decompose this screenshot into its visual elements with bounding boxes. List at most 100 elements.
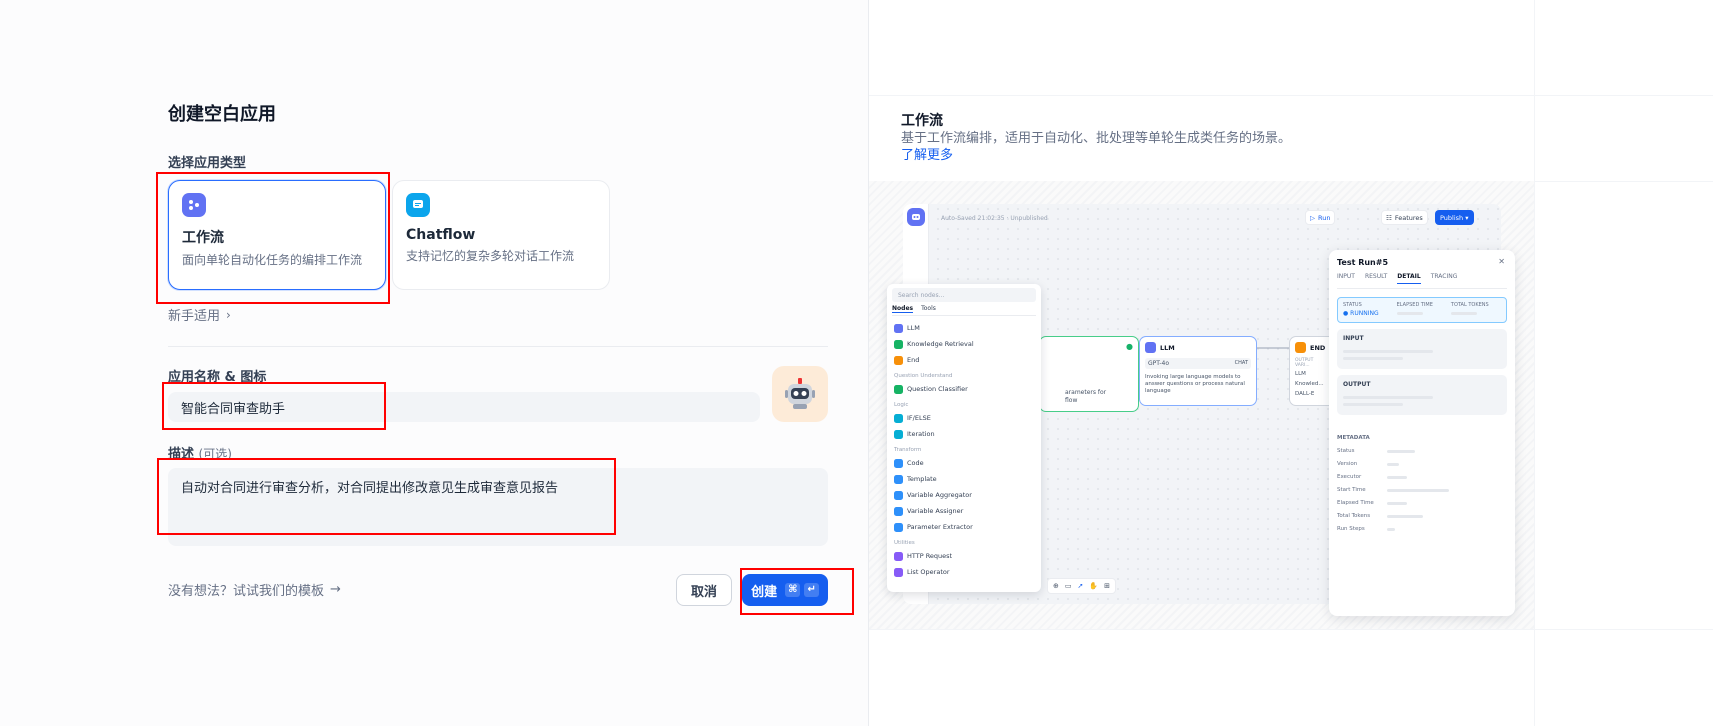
- tokens-label: TOTAL TOKENS: [1450, 302, 1489, 308]
- run-tab: INPUT: [1337, 273, 1355, 280]
- menu-item-label: Code: [907, 459, 924, 467]
- placeholder-bar: [1343, 403, 1403, 406]
- input-label: INPUT: [1343, 335, 1364, 342]
- chevron-down-icon: ▾: [1463, 213, 1469, 222]
- preview-title: 工作流: [901, 113, 943, 129]
- desc-optional: (可选): [198, 447, 232, 461]
- llm-icon: [1145, 342, 1156, 353]
- cancel-button[interactable]: 取消: [676, 574, 732, 606]
- create-button[interactable]: 创建 ⌘ ↵: [742, 574, 828, 606]
- status-value-text: RUNNING: [1350, 310, 1379, 317]
- start-node-desc: arameters for flow: [1045, 389, 1133, 405]
- type-desc: 面向单轮自动化任务的编排工作流: [182, 253, 363, 267]
- run-button: ▷ Run: [1305, 210, 1336, 225]
- run-tab-active: DETAIL: [1397, 273, 1421, 284]
- node-search: Search nodes...: [892, 288, 1036, 302]
- node-type-icon: [894, 323, 903, 333]
- node-type-icon: [894, 506, 903, 516]
- node-type-icon: [894, 339, 903, 349]
- menu-item: Iteration: [892, 426, 1036, 442]
- run-panel-title: Test Run#5: [1337, 258, 1389, 267]
- placeholder-bar: [1396, 312, 1423, 315]
- end-node-title: END: [1310, 343, 1326, 352]
- run-tab: RESULT: [1364, 273, 1388, 280]
- metadata-key: Run Steps: [1337, 526, 1365, 532]
- placeholder-bar: [1387, 514, 1423, 518]
- run-tab: TRACING: [1430, 273, 1458, 280]
- workflow-icon: [182, 193, 206, 217]
- preview-desc: 基于工作流编排，适用于自动化、批处理等单轮生成类任务的场景。了解更多: [901, 130, 1291, 164]
- end-node-sub: OUTPUT VARI...: [1295, 358, 1314, 368]
- end-node-row: DALL-E: [1295, 391, 1315, 397]
- robot-icon: [907, 208, 925, 226]
- elapsed-label: ELAPSED TIME: [1396, 302, 1433, 308]
- learn-more-link[interactable]: 了解更多: [901, 148, 953, 163]
- divider: [168, 346, 828, 347]
- node-type-icon: [894, 458, 903, 468]
- tab-tools: Tools: [921, 305, 936, 312]
- menu-group-label: Utilities: [894, 540, 915, 546]
- type-card-workflow[interactable]: 工作流 面向单轮自动化任务的编排工作流: [168, 180, 386, 290]
- create-label: 创建: [751, 584, 778, 600]
- placeholder-bar: [1343, 396, 1433, 399]
- type-name: 工作流: [182, 230, 224, 246]
- metadata-label: METADATA: [1337, 435, 1370, 441]
- run-panel-tabs: INPUT RESULT DETAIL TRACING: [1337, 273, 1507, 289]
- status-col: STATUS ● RUNNING: [1343, 302, 1379, 318]
- app-icon-picker[interactable]: [772, 366, 828, 422]
- llm-node-header: LLM: [1145, 342, 1251, 353]
- end-node: END OUTPUT VARI... LLM Knowled... DALL-E: [1289, 336, 1333, 406]
- start-node: ● arameters for flow: [1039, 336, 1139, 412]
- features-button: ☷ Features: [1381, 210, 1428, 225]
- menu-item: List Operator: [892, 564, 1036, 580]
- template-link[interactable]: 没有想法？试试我们的模板 →: [168, 580, 341, 599]
- placeholder-bar: [1450, 312, 1477, 315]
- menu-item: End: [892, 352, 1036, 368]
- name-label: 应用名称 & 图标: [168, 370, 267, 385]
- metadata-row: Total Tokens: [1337, 513, 1457, 519]
- features-icon: ☷: [1386, 213, 1392, 222]
- menu-item-label: Variable Assigner: [907, 507, 964, 515]
- grid-line: [869, 95, 1713, 96]
- menu-item: Parameter Extractor: [892, 519, 1036, 535]
- placeholder-bar: [1387, 475, 1407, 479]
- node-type-icon: [894, 413, 903, 423]
- hand-icon: ✋: [1089, 582, 1099, 590]
- menu-item: Question Classifier: [892, 381, 1036, 397]
- node-type-icon: [894, 384, 903, 394]
- publish-label: Publish: [1440, 213, 1464, 222]
- llm-model-badge: CHAT: [1234, 360, 1248, 366]
- placeholder-bar: [1387, 449, 1415, 453]
- play-icon: ▷: [1310, 213, 1315, 222]
- arrow-right-icon: →: [330, 582, 341, 597]
- desc-label: 描述 (可选): [168, 443, 232, 462]
- metadata-row: Start Time: [1337, 487, 1457, 493]
- metadata-key: Executor: [1337, 474, 1362, 480]
- menu-group-label: Logic: [894, 402, 909, 408]
- start-node-line: flow: [1065, 397, 1078, 404]
- placeholder-bar: [1387, 501, 1407, 505]
- placeholder-bar: [1343, 357, 1403, 360]
- close-icon: ✕: [1498, 257, 1505, 266]
- type-name: Chatflow: [406, 227, 476, 243]
- app-name-input[interactable]: 智能合同审查助手: [168, 392, 760, 422]
- page-title: 创建空白应用: [168, 104, 276, 125]
- node-type-icon: [894, 567, 903, 577]
- grid-line: [869, 629, 1713, 630]
- description-textarea[interactable]: 自动对合同进行审查分析，对合同提出修改意见生成审查意见报告: [168, 468, 828, 546]
- menu-item-label: HTTP Request: [907, 552, 953, 560]
- note-icon: ▭: [1064, 582, 1072, 590]
- placeholder-bar: [1387, 488, 1449, 492]
- type-card-chatflow[interactable]: Chatflow 支持记忆的复杂多轮对话工作流: [392, 180, 610, 290]
- menu-item: HTTP Request: [892, 548, 1036, 564]
- beginner-toggle[interactable]: 新手适用 ›: [168, 305, 231, 325]
- elapsed-col: ELAPSED TIME: [1396, 302, 1433, 318]
- metadata-row: Elapsed Time: [1337, 500, 1457, 506]
- menu-item: IF/ELSE: [892, 410, 1036, 426]
- node-type-icon: [894, 474, 903, 484]
- menu-item: Template: [892, 471, 1036, 487]
- preview-desc-text: 基于工作流编排，适用于自动化、批处理等单轮生成类任务的场景。: [901, 131, 1292, 146]
- run-label: Run: [1318, 213, 1331, 222]
- test-run-panel: Test Run#5 ✕ INPUT RESULT DETAIL TRACING…: [1329, 250, 1515, 616]
- menu-item-label: Parameter Extractor: [907, 523, 973, 531]
